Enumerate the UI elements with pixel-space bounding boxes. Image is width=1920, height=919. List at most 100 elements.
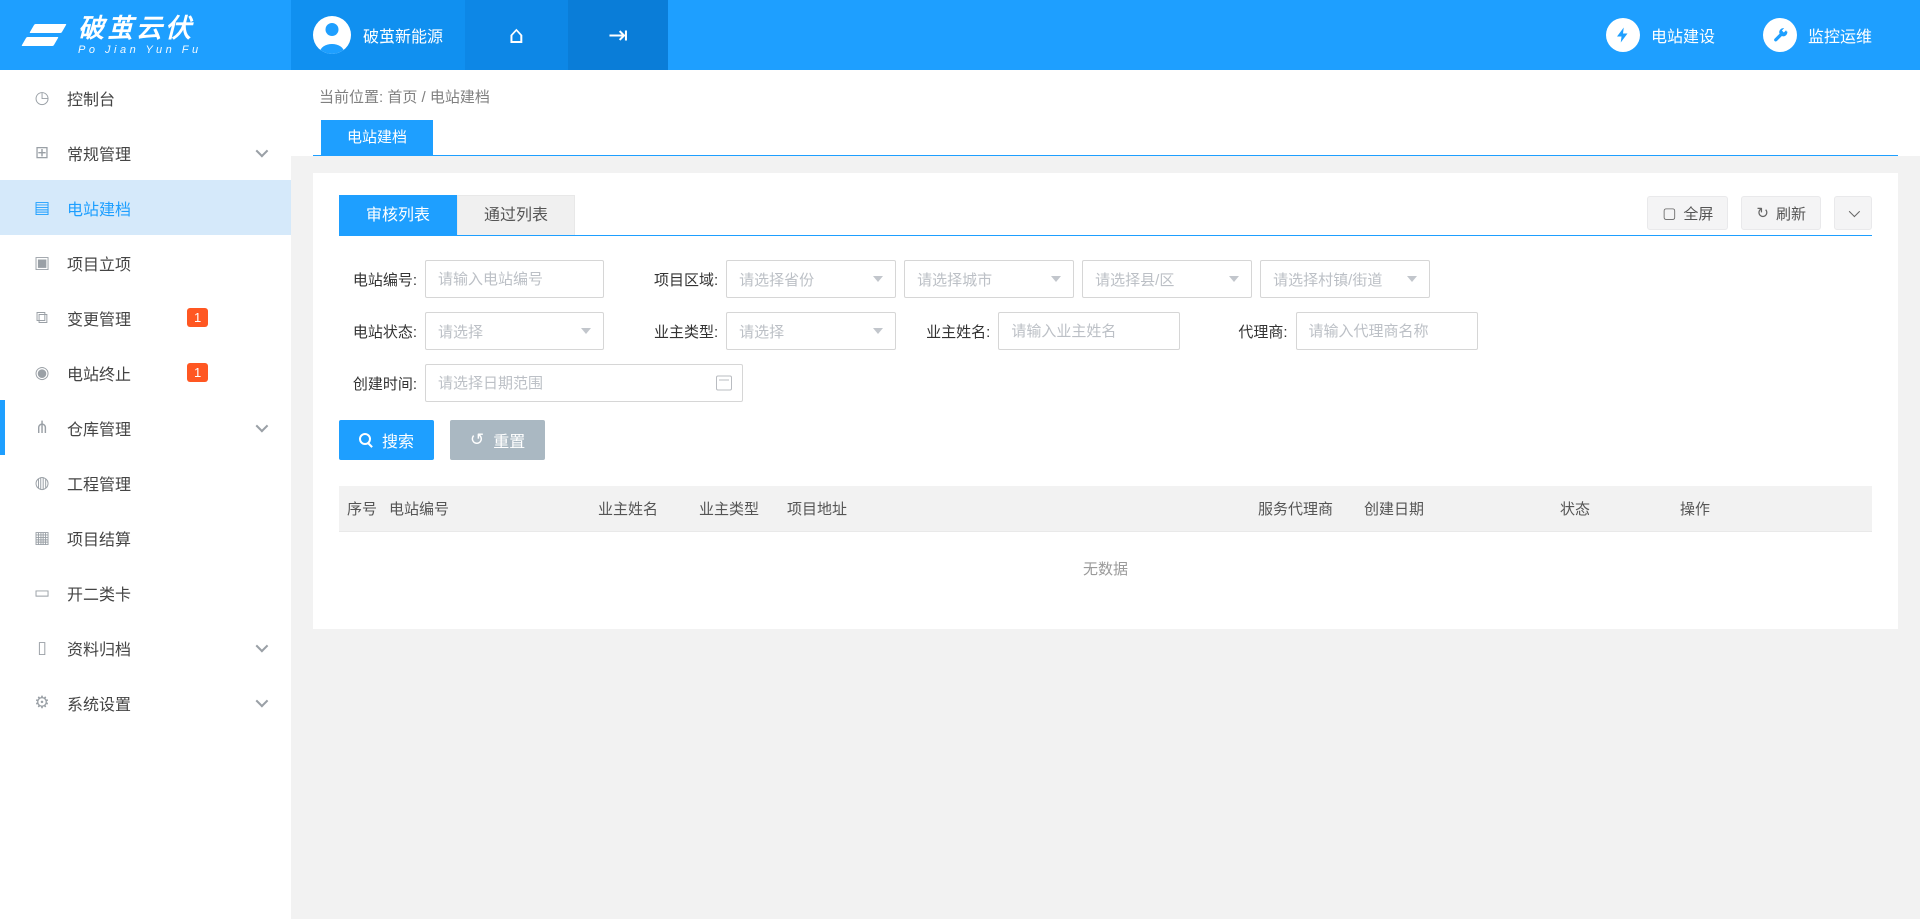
sidebar-item-system-settings[interactable]: ⚙ 系统设置 (0, 675, 291, 730)
badge-count: 1 (187, 363, 208, 382)
sidebar-item-general-mgmt[interactable]: ⊞ 常规管理 (0, 125, 291, 180)
dashboard-icon: ◷ (30, 88, 54, 108)
station-no-input[interactable] (425, 260, 604, 298)
reset-label: 重置 (493, 428, 525, 452)
col-service-agent: 服务代理商 (1250, 498, 1356, 519)
breadcrumb: 当前位置: 首页 / 电站建档 (319, 86, 1920, 107)
engineering-icon: ◍ (30, 473, 54, 493)
station-status-select[interactable]: 请选择 (425, 312, 604, 350)
user-avatar-icon (313, 16, 351, 54)
brand-logo[interactable]: 破茧云伏 Po Jian Yun Fu (0, 0, 291, 70)
county-select[interactable]: 请选择县/区 (1082, 260, 1252, 298)
gear-icon: ⚙ (30, 693, 54, 713)
chevron-down-icon (873, 276, 883, 282)
document-icon: ▤ (30, 198, 54, 218)
station-status-label: 电站状态: (339, 321, 417, 342)
brand-title: 破茧云伏 (78, 14, 202, 43)
page-header-strip: 当前位置: 首页 / 电站建档 电站建档 (291, 70, 1920, 156)
chevron-down-icon (581, 328, 591, 334)
monitor-icon: ⊞ (30, 143, 54, 163)
province-select[interactable]: 请选择省份 (726, 260, 896, 298)
breadcrumb-separator: / (422, 89, 426, 106)
city-select[interactable]: 请选择城市 (904, 260, 1074, 298)
sidebar-item-warehouse-mgmt[interactable]: ⋔ 仓库管理 (0, 400, 291, 455)
nav-station-build[interactable]: 电站建设 (1606, 0, 1715, 70)
town-select[interactable]: 请选择村镇/街道 (1260, 260, 1430, 298)
nav-station-build-label: 电站建设 (1651, 23, 1715, 47)
nav-monitor-ops-label: 监控运维 (1808, 23, 1872, 47)
sidebar-item-engineering-mgmt[interactable]: ◍ 工程管理 (0, 455, 291, 510)
table-header-row: 序号 电站编号 业主姓名 业主类型 项目地址 服务代理商 创建日期 状态 操作 (339, 486, 1872, 532)
refresh-icon: ↻ (1756, 204, 1769, 222)
fullscreen-icon: ▢ (1662, 204, 1676, 222)
col-actions: 操作 (1672, 498, 1872, 519)
col-status: 状态 (1552, 498, 1672, 519)
reset-button[interactable]: ↺ 重置 (450, 420, 545, 460)
region-label: 项目区域: (654, 269, 718, 290)
sidebar-item-console[interactable]: ◷ 控制台 (0, 70, 291, 125)
sidebar-item-label: 电站建档 (67, 196, 131, 220)
tab-passed-list[interactable]: 通过列表 (457, 195, 575, 235)
card-icon: ▭ (30, 583, 54, 603)
sidebar: ◷ 控制台 ⊞ 常规管理 ▤ 电站建档 ▣ 项目立项 ⧉ 变更管理 1 ◉ 电站… (0, 70, 291, 919)
sidebar-item-label: 常规管理 (67, 141, 131, 165)
sidebar-item-change-mgmt[interactable]: ⧉ 变更管理 1 (0, 290, 291, 345)
brand-subtitle: Po Jian Yun Fu (78, 44, 202, 56)
col-station-no: 电站编号 (381, 498, 590, 519)
filter-form: 电站编号: 项目区域: 请选择省份 请选择城市 请选择县/区 (339, 260, 1872, 402)
breadcrumb-home-link[interactable]: 首页 (387, 89, 417, 106)
page-tab-bar: 电站建档 (313, 120, 1898, 156)
main-content: 当前位置: 首页 / 电站建档 电站建档 审核列表 通过列表 ▢ 全屏 ↻ (291, 70, 1920, 919)
refresh-label: 刷新 (1776, 203, 1806, 224)
chevron-down-icon (1849, 206, 1860, 217)
owner-type-select[interactable]: 请选择 (726, 312, 896, 350)
results-table: 序号 电站编号 业主姓名 业主类型 项目地址 服务代理商 创建日期 状态 操作 … (339, 486, 1872, 601)
sidebar-item-label: 系统设置 (67, 691, 131, 715)
chevron-down-icon (256, 640, 269, 653)
chevron-down-icon (1051, 276, 1061, 282)
sidebar-item-label: 仓库管理 (67, 416, 131, 440)
breadcrumb-prefix: 当前位置: (319, 89, 383, 106)
home-button[interactable]: ⌂ (465, 0, 568, 70)
station-archive-panel: 审核列表 通过列表 ▢ 全屏 ↻ 刷新 (313, 173, 1898, 629)
date-range-input[interactable] (425, 364, 743, 402)
col-owner-type: 业主类型 (691, 498, 779, 519)
owner-name-input[interactable] (998, 312, 1180, 350)
logout-icon: ⇥ (608, 21, 628, 49)
tab-review-list[interactable]: 审核列表 (339, 195, 457, 235)
owner-name-label: 业主姓名: (926, 321, 990, 342)
sidebar-item-project-settlement[interactable]: ▦ 项目结算 (0, 510, 291, 565)
badge-count: 1 (187, 308, 208, 327)
sidebar-item-data-archive[interactable]: ▯ 资料归档 (0, 620, 291, 675)
chevron-down-icon (256, 420, 269, 433)
page-tab-station-archive[interactable]: 电站建档 (321, 120, 433, 155)
search-button[interactable]: 搜索 (339, 420, 434, 460)
sidebar-item-open-class2-card[interactable]: ▭ 开二类卡 (0, 565, 291, 620)
refresh-button[interactable]: ↻ 刷新 (1741, 196, 1821, 230)
company-name: 破茧新能源 (363, 23, 443, 47)
lightning-icon (1606, 18, 1640, 52)
station-no-label: 电站编号: (339, 269, 417, 290)
top-header: 破茧云伏 Po Jian Yun Fu 破茧新能源 ⌂ ⇥ 电站建设 监控运维 (0, 0, 1920, 70)
owner-type-label: 业主类型: (654, 321, 718, 342)
sidebar-item-station-termination[interactable]: ◉ 电站终止 1 (0, 345, 291, 400)
agent-input[interactable] (1296, 312, 1478, 350)
col-owner-name: 业主姓名 (590, 498, 691, 519)
user-menu[interactable]: 破茧新能源 (291, 0, 465, 70)
logout-button[interactable]: ⇥ (568, 0, 668, 70)
col-created-date: 创建日期 (1356, 498, 1552, 519)
collapse-button[interactable] (1834, 196, 1872, 230)
fullscreen-button[interactable]: ▢ 全屏 (1647, 196, 1728, 230)
chevron-down-icon (1229, 276, 1239, 282)
sitemap-icon: ⋔ (30, 418, 54, 438)
nav-monitor-ops[interactable]: 监控运维 (1763, 0, 1872, 70)
sidebar-item-label: 项目结算 (67, 526, 131, 550)
sidebar-item-project-initiation[interactable]: ▣ 项目立项 (0, 235, 291, 290)
chevron-down-icon (1407, 276, 1417, 282)
sidebar-item-label: 控制台 (67, 86, 115, 110)
header-spacer (668, 0, 1606, 70)
chevron-down-icon (256, 695, 269, 708)
copy-icon: ⧉ (30, 308, 54, 328)
home-icon: ⌂ (509, 21, 524, 49)
sidebar-item-station-archive[interactable]: ▤ 电站建档 (0, 180, 291, 235)
